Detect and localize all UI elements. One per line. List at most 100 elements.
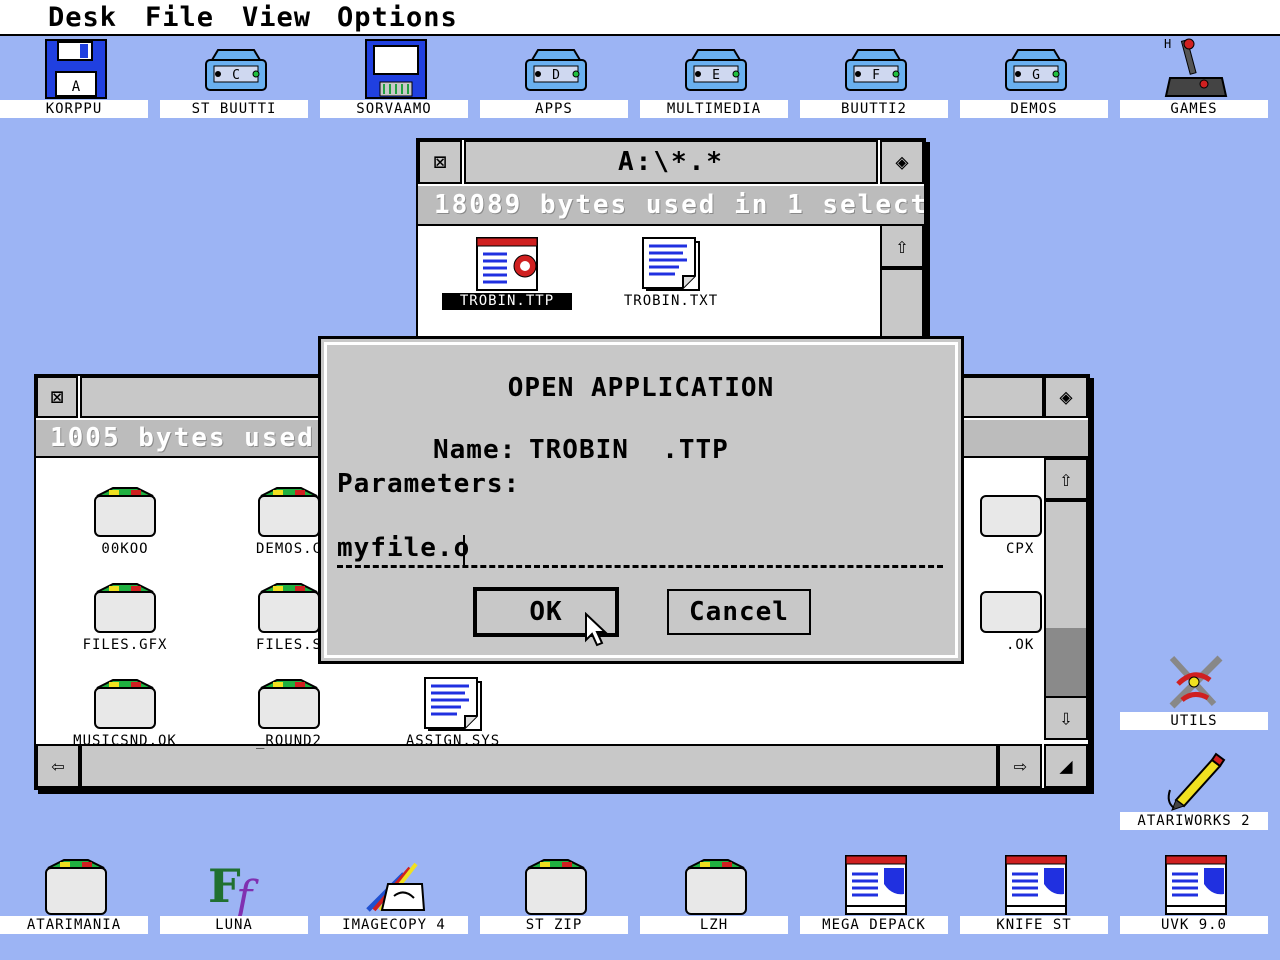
floppy-disk-icon: [365, 39, 427, 99]
file-assign-sys[interactable]: ASSIGN.SYS: [388, 676, 518, 752]
svg-text:D: D: [552, 68, 560, 83]
font-icon: F f: [208, 859, 259, 916]
folder-icon: [258, 679, 320, 729]
menu-view[interactable]: View: [242, 2, 311, 33]
svg-text:H: H: [1164, 38, 1171, 51]
file-label: CPX: [1006, 541, 1035, 557]
file-label: FILES.GFX: [82, 637, 168, 653]
desktop-icon-buutti2[interactable]: F BUUTTI2: [800, 38, 948, 118]
desktop-icon-uvk[interactable]: UVK 9.0: [1120, 854, 1268, 934]
vertical-scrollbar[interactable]: [880, 268, 924, 338]
hard-drive-icon: C: [205, 49, 267, 91]
desktop-icon-multimedia[interactable]: E MULTIMEDIA: [640, 38, 788, 118]
icon-label: IMAGECOPY 4: [320, 916, 468, 934]
paint-icon: [366, 862, 426, 912]
resize-box-icon[interactable]: ◢: [1044, 744, 1088, 788]
icon-label: MEGA DEPACK: [800, 916, 948, 934]
cancel-button[interactable]: Cancel: [667, 589, 811, 635]
file-icon-trobin-txt[interactable]: TROBIN.TXT: [606, 236, 736, 312]
icon-label: UTILS: [1120, 712, 1268, 730]
svg-text:A: A: [72, 79, 81, 95]
desktop-icon-mega-depack[interactable]: MEGA DEPACK: [800, 854, 948, 934]
svg-text:E: E: [712, 68, 720, 83]
desktop-icon-lzh[interactable]: LZH: [640, 854, 788, 934]
icon-label: ST BUUTTI: [160, 100, 308, 118]
desktop-icon-utils[interactable]: UTILS: [1120, 650, 1268, 730]
desktop-icon-sorvaamo[interactable]: SORVAAMO: [320, 38, 468, 118]
desktop-icon-apps[interactable]: D APPS: [480, 38, 628, 118]
file-label: TROBIN.TXT: [623, 293, 719, 309]
menu-bar: Desk File View Options: [0, 0, 1280, 36]
parameters-field[interactable]: myfile.o: [337, 533, 943, 568]
desktop-icon-korppu[interactable]: A KORPPU: [0, 38, 148, 118]
document-icon: [642, 237, 700, 291]
program-icon: [1165, 855, 1227, 915]
file-icon-trobin-ttp[interactable]: TROBIN.TTP: [442, 236, 572, 312]
desktop-icon-imagecopy[interactable]: IMAGECOPY 4: [320, 854, 468, 934]
folder-icon: [980, 591, 1042, 633]
hard-drive-icon: E: [685, 49, 747, 91]
text-cursor: [463, 535, 465, 565]
icon-label: KORPPU: [0, 100, 148, 118]
folder-files-gfx[interactable]: FILES.GFX: [60, 580, 190, 656]
icon-label: GAMES: [1120, 100, 1268, 118]
scroll-down-arrow-icon[interactable]: ⇩: [1044, 696, 1088, 740]
desktop-icon-demos[interactable]: G DEMOS: [960, 38, 1108, 118]
window-info-line: 18089 bytes used in 1 selected: [418, 186, 924, 226]
file-label: _ROUND2: [255, 733, 322, 749]
open-application-dialog: OPEN APPLICATION Name: TROBIN .TTP Param…: [318, 336, 964, 664]
fuller-box-icon[interactable]: ◈: [1044, 376, 1088, 418]
file-label: MUSICSND.OK: [73, 733, 177, 749]
folder-icon: [980, 495, 1042, 537]
name-label: Name:: [433, 435, 517, 465]
folder-icon: [94, 487, 156, 537]
file-label: 00KOO: [101, 541, 149, 557]
menu-desk[interactable]: Desk: [48, 2, 117, 33]
icon-label: SORVAAMO: [320, 100, 468, 118]
icon-label: KNIFE ST: [960, 916, 1108, 934]
icon-label: MULTIMEDIA: [640, 100, 788, 118]
folder-ok[interactable]: .OK: [946, 580, 1076, 656]
folder-round2[interactable]: _ROUND2: [224, 676, 354, 752]
hard-drive-icon: G: [1005, 49, 1067, 91]
desktop-icon-st-buutti[interactable]: C ST BUUTTI: [160, 38, 308, 118]
desktop-icon-knife-st[interactable]: KNIFE ST: [960, 854, 1108, 934]
icon-label: LUNA: [160, 916, 308, 934]
fuller-box-icon[interactable]: ◈: [880, 140, 924, 184]
hard-drive-icon: F: [845, 49, 907, 91]
close-box-icon[interactable]: ⊠: [36, 376, 78, 418]
menu-options[interactable]: Options: [337, 2, 458, 33]
horizontal-scrollbar[interactable]: [80, 744, 998, 788]
svg-text:f: f: [233, 872, 259, 916]
tools-icon: [1169, 655, 1223, 709]
joystick-icon: H: [1164, 38, 1228, 97]
desktop-icon-atarimania[interactable]: ATARIMANIA: [0, 854, 148, 934]
icon-label: ATARIMANIA: [0, 916, 148, 934]
program-icon: [476, 237, 538, 291]
folder-00koo[interactable]: 00KOO: [60, 484, 190, 560]
window-drive-a: ⊠ A:\*.* ◈ 18089 bytes used in 1 selecte…: [416, 138, 926, 338]
close-box-icon[interactable]: ⊠: [418, 140, 462, 184]
folder-musicsnd-ok[interactable]: MUSICSND.OK: [60, 676, 190, 752]
folder-icon: [258, 487, 320, 537]
scroll-up-arrow-icon[interactable]: ⇧: [880, 224, 924, 268]
scroll-right-arrow-icon[interactable]: ⇨: [998, 744, 1042, 788]
desktop-icon-st-zip[interactable]: ST ZIP: [480, 854, 628, 934]
desktop-icon-atariworks[interactable]: ATARIWORKS 2: [1120, 750, 1268, 830]
window-title[interactable]: A:\*.*: [464, 140, 878, 184]
svg-text:C: C: [232, 68, 240, 83]
icon-label: ATARIWORKS 2: [1120, 812, 1268, 830]
parameters-label: Parameters:: [337, 469, 521, 499]
desktop-icon-luna[interactable]: F f LUNA: [160, 854, 308, 934]
svg-text:F: F: [872, 68, 880, 83]
folder-cpx[interactable]: CPX: [946, 484, 1076, 560]
folder-icon: [45, 859, 107, 915]
svg-text:G: G: [1032, 68, 1040, 83]
icon-label: BUUTTI2: [800, 100, 948, 118]
folder-icon: [258, 583, 320, 633]
desktop-icon-games[interactable]: H GAMES: [1120, 38, 1268, 118]
menu-file[interactable]: File: [145, 2, 214, 33]
hard-drive-icon: D: [525, 49, 587, 91]
file-label: ASSIGN.SYS: [405, 733, 501, 749]
icon-label: LZH: [640, 916, 788, 934]
